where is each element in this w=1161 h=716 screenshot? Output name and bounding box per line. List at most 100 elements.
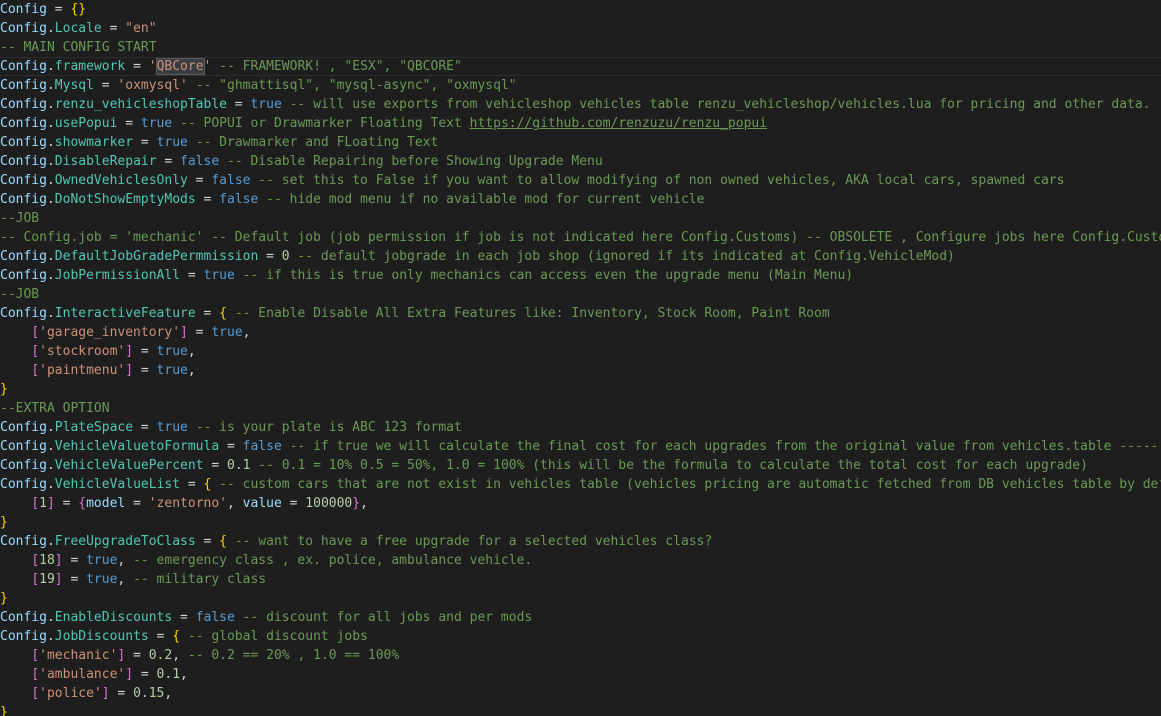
code-line[interactable]: [19] = true, -- military class (0, 570, 1161, 589)
code-comment: -- hide mod menu if no available mod for… (258, 192, 705, 207)
code-property: VehicleValuetoFormula (54, 439, 220, 454)
code-brace: } (0, 382, 8, 397)
code-operator: . (46, 192, 55, 207)
code-line[interactable]: } (0, 380, 1161, 399)
code-operator: = (226, 97, 251, 112)
code-identifier: Config (0, 458, 47, 473)
code-operator: . (46, 116, 55, 131)
code-line[interactable]: Config.VehicleValuePercent = 0.1 -- 0.1 … (0, 456, 1161, 475)
code-line[interactable]: [1] = {model = 'zentorno', value = 10000… (0, 494, 1161, 513)
code-keyword: false (219, 192, 259, 207)
code-number: 0.1 (156, 667, 181, 682)
code-property: OwnedVehiclesOnly (54, 173, 188, 188)
code-line[interactable]: } (0, 589, 1161, 608)
code-bracket: ] (125, 667, 134, 682)
code-operator: = (195, 306, 220, 321)
code-line[interactable]: ['garage_inventory'] = true, (0, 323, 1161, 342)
code-line[interactable]: ['stockroom'] = true, (0, 342, 1161, 361)
code-line[interactable]: Config.framework = 'QBCore' -- FRAMEWORK… (0, 57, 1161, 76)
code-line[interactable]: -- Config.job = 'mechanic' -- Default jo… (0, 228, 1161, 247)
code-line[interactable]: Config.showmarker = true -- Drawmarker a… (0, 133, 1161, 152)
code-line[interactable]: Config.usePopui = true -- POPUI or Drawm… (0, 114, 1161, 133)
code-bracket: [ (31, 344, 40, 359)
code-line[interactable]: --JOB (0, 209, 1161, 228)
code-bracket: [ (31, 648, 40, 663)
code-keyword: false (195, 610, 235, 625)
code-line[interactable]: --JOB (0, 285, 1161, 304)
code-line[interactable]: Config.VehicleValuetoFormula = false -- … (0, 437, 1161, 456)
code-lines-container: Config = {} Config.Locale = "en" -- MAIN C… (0, 0, 1161, 716)
code-keyword: true (211, 325, 243, 340)
code-operator: , (242, 325, 251, 340)
code-line[interactable]: ['ambulance'] = 0.1, (0, 665, 1161, 684)
code-identifier: Config (0, 78, 47, 93)
code-string: 'paintmenu' (39, 363, 126, 378)
code-brace: } (0, 591, 8, 606)
code-line[interactable]: Config.JobDiscounts = { -- global discou… (0, 627, 1161, 646)
code-keyword: false (180, 154, 220, 169)
code-line[interactable]: Config.JobPermissionAll = true -- if thi… (0, 266, 1161, 285)
code-operator: = (62, 572, 87, 587)
code-operator: . (46, 477, 55, 492)
code-line[interactable]: Config.InteractiveFeature = { -- Enable … (0, 304, 1161, 323)
code-property: VehicleValuePercent (54, 458, 204, 473)
code-line[interactable]: Config = {} (0, 0, 1161, 19)
code-line[interactable]: -- MAIN CONFIG START (0, 38, 1161, 57)
code-line[interactable]: Config.VehicleValueList = { -- custom ca… (0, 475, 1161, 494)
code-line[interactable]: [18] = true, -- emergency class , ex. po… (0, 551, 1161, 570)
code-line[interactable]: ['mechanic'] = 0.2, -- 0.2 == 20% , 1.0 … (0, 646, 1161, 665)
code-line[interactable]: --EXTRA OPTION (0, 399, 1161, 418)
code-brace: } (0, 515, 8, 530)
code-line[interactable]: Config.DisableRepair = false -- Disable … (0, 152, 1161, 171)
code-keyword: true (140, 116, 173, 131)
code-line[interactable]: Config.DefaultJobGradePermmission = 0 --… (0, 247, 1161, 266)
code-comment: -- Drawmarker and FLoating Text (187, 135, 439, 150)
code-link[interactable]: https://github.com/renzuzu/renzu_popui (470, 116, 767, 131)
code-operator: = (187, 325, 212, 340)
code-line[interactable]: Config.OwnedVehiclesOnly = false -- set … (0, 171, 1161, 190)
code-bracket: [ (31, 667, 40, 682)
code-line[interactable]: Config.FreeUpgradeToClass = { -- want to… (0, 532, 1161, 551)
code-brace: {} (70, 2, 87, 17)
code-operator: = (133, 344, 157, 359)
code-editor[interactable]: Config = {} Config.Locale = "en" -- MAIN C… (0, 0, 1161, 716)
code-line[interactable]: Config.Locale = "en" (0, 19, 1161, 38)
code-comment: -- Config.job = 'mechanic' -- Default jo… (0, 230, 1161, 245)
code-number: 0.2 (148, 648, 173, 663)
code-operator: = (133, 135, 157, 150)
code-operator: . (46, 78, 55, 93)
code-string: 'mechanic' (39, 648, 118, 663)
code-comment: -- POPUI or Drawmarker Floating Text (172, 116, 470, 131)
code-operator: , (360, 496, 368, 511)
code-operator: = (133, 667, 157, 682)
code-comment: -- emergency class , ex. police, ambulan… (125, 553, 533, 568)
code-identifier: Config (0, 116, 47, 131)
code-number: 0.1 (227, 458, 251, 473)
code-line[interactable]: Config.renzu_vehicleshopTable = true -- … (0, 95, 1161, 114)
code-property: usePopui (54, 116, 118, 131)
code-operator: = (203, 458, 227, 473)
code-brace: { (219, 534, 227, 549)
code-bracket: ] (180, 325, 188, 340)
code-identifier: Config (0, 21, 47, 36)
code-operator: = (172, 610, 196, 625)
code-comment: -- set this to False if you want to allo… (250, 173, 1065, 188)
code-keyword: true (250, 97, 282, 112)
code-line[interactable]: ['police'] = 0.15, (0, 684, 1161, 703)
code-line[interactable]: Config.DoNotShowEmptyMods = false -- hid… (0, 190, 1161, 209)
code-brace: } (0, 705, 8, 716)
code-identifier: Config (0, 477, 47, 492)
code-identifier: Config (0, 2, 47, 17)
code-line[interactable]: } (0, 703, 1161, 716)
code-line[interactable]: ['paintmenu'] = true, (0, 361, 1161, 380)
code-line[interactable]: Config.EnableDiscounts = false -- discou… (0, 608, 1161, 627)
code-line[interactable]: } (0, 513, 1161, 532)
code-line[interactable]: Config.Mysql = 'oxmysql' -- "ghmattisql"… (0, 76, 1161, 95)
code-property: renzu_vehicleshopTable (54, 97, 227, 112)
code-comment: -- if true we will calculate the final c… (281, 439, 1161, 454)
code-keyword: true (86, 572, 118, 587)
code-operator: = (62, 553, 87, 568)
code-line[interactable]: Config.PlateSpace = true -- is your plat… (0, 418, 1161, 437)
code-string: 'zentorno' (148, 496, 228, 511)
